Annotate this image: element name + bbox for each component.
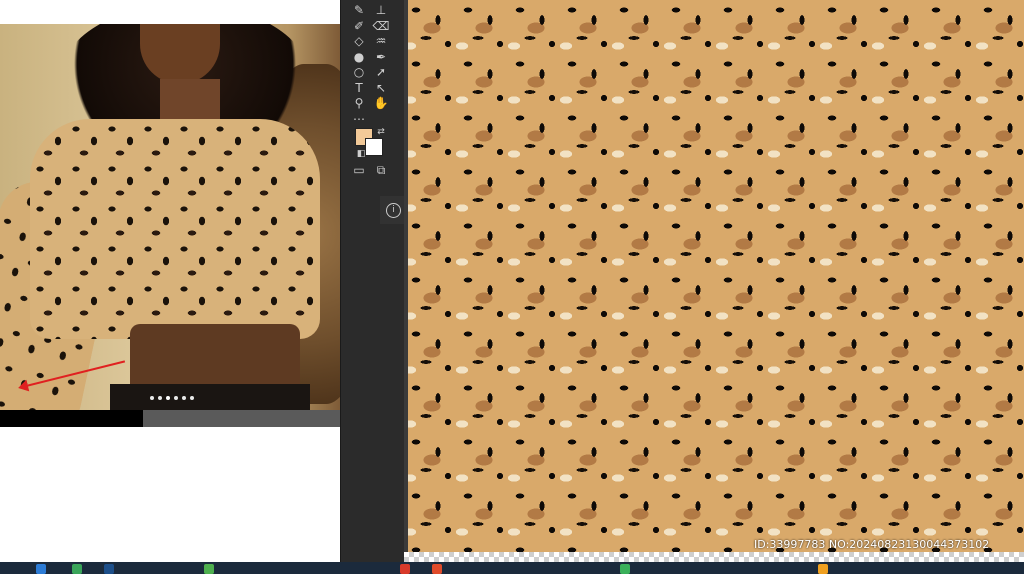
direct-select-icon[interactable]: ↖ bbox=[372, 80, 390, 96]
taskbar-folder-icon[interactable] bbox=[818, 564, 828, 574]
more-tools-icon[interactable]: ⋯ bbox=[350, 111, 368, 127]
taskbar-wechat-icon[interactable] bbox=[620, 564, 630, 574]
carousel-dot[interactable] bbox=[182, 396, 186, 400]
taskbar-app-red-icon[interactable] bbox=[400, 564, 410, 574]
black-pants bbox=[110, 384, 310, 410]
smudge-icon[interactable]: ♒ bbox=[372, 33, 390, 49]
ellipse-icon[interactable]: ○ bbox=[350, 64, 368, 80]
carousel-dot[interactable] bbox=[158, 396, 162, 400]
carousel-dots[interactable] bbox=[150, 396, 194, 400]
brush-icon[interactable]: ✎ bbox=[350, 2, 368, 18]
nipic-logo-text: 昵图网 bbox=[22, 539, 76, 559]
carousel-dot[interactable] bbox=[166, 396, 170, 400]
product-image-panel: 昵图网 www.nipic.com bbox=[0, 0, 340, 562]
taskbar-photoshop-icon[interactable] bbox=[104, 564, 114, 574]
path-select-icon[interactable]: ➚ bbox=[372, 64, 390, 80]
image-id-watermark: ID:33997783 NO:20240823130044373102 bbox=[754, 538, 990, 551]
thumbnail-strip bbox=[0, 410, 340, 427]
thumbnail-strip-dark bbox=[0, 410, 143, 427]
taskbar-chat-icon[interactable] bbox=[204, 564, 214, 574]
carousel-dot[interactable] bbox=[174, 396, 178, 400]
hand-icon[interactable]: ✋ bbox=[372, 95, 390, 111]
stamp-icon[interactable]: ⊥ bbox=[372, 2, 390, 18]
pen-icon[interactable]: ✒ bbox=[372, 49, 390, 65]
taskbar-app-orange-icon[interactable] bbox=[432, 564, 442, 574]
swap-colors-icon[interactable]: ⇄ bbox=[372, 124, 390, 140]
eraser-icon[interactable]: ⌫ bbox=[372, 18, 390, 34]
taskbar-app-icon[interactable] bbox=[72, 564, 82, 574]
screen-mode-icon[interactable]: ⧉ bbox=[372, 162, 390, 178]
carousel-dot[interactable] bbox=[150, 396, 154, 400]
zoom-icon[interactable]: ⚲ bbox=[350, 95, 368, 111]
leopard-crop-top bbox=[30, 119, 320, 339]
type-icon[interactable]: T bbox=[350, 80, 368, 96]
nipic-site-text: www.nipic.com bbox=[86, 539, 233, 559]
document-canvas[interactable] bbox=[404, 0, 1024, 552]
vertical-ruler bbox=[404, 0, 408, 562]
paint-bucket-icon[interactable]: ◇ bbox=[350, 33, 368, 49]
model-photo bbox=[0, 24, 340, 410]
carousel-dot[interactable] bbox=[190, 396, 194, 400]
nipic-watermark: 昵图网 www.nipic.com bbox=[22, 534, 232, 559]
transparency-checker bbox=[404, 552, 1024, 562]
default-colors-icon[interactable]: ◧ bbox=[352, 146, 370, 162]
taskbar bbox=[0, 562, 1024, 574]
dodge-icon[interactable]: ● bbox=[350, 49, 368, 65]
quick-mask-icon[interactable]: ▭ bbox=[350, 162, 368, 178]
healing-icon[interactable]: ✐ bbox=[350, 18, 368, 34]
info-icon: i bbox=[386, 202, 401, 218]
taskbar-browser-icon[interactable] bbox=[36, 564, 46, 574]
